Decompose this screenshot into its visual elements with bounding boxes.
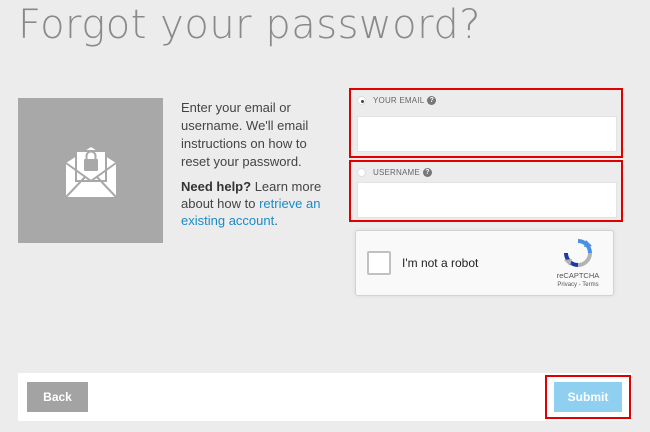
- help-text: Need help? Learn more about how to retri…: [181, 179, 322, 228]
- email-label: YOUR EMAIL: [373, 96, 425, 105]
- back-button[interactable]: Back: [27, 382, 88, 412]
- recaptcha-widget: I'm not a robot reCAPTCHA Privacy - Term…: [355, 230, 614, 296]
- email-field[interactable]: [357, 116, 617, 152]
- help-heading: Need help?: [181, 179, 252, 194]
- question-icon[interactable]: ?: [422, 168, 432, 177]
- captcha-brand: reCAPTCHA: [556, 271, 600, 280]
- recaptcha-icon: [564, 239, 592, 267]
- submit-highlight: Submit: [545, 375, 631, 419]
- username-field-group: USERNAME ?: [349, 160, 623, 222]
- captcha-checkbox[interactable]: [367, 251, 391, 275]
- intro-text: Enter your email or username. We'll emai…: [181, 100, 309, 169]
- username-label: USERNAME: [373, 168, 420, 177]
- captcha-privacy-terms-link[interactable]: Privacy - Terms: [552, 282, 604, 288]
- envelope-lock-icon: [18, 98, 163, 243]
- username-radio[interactable]: [357, 168, 366, 177]
- submit-button[interactable]: Submit: [554, 382, 622, 412]
- captcha-label: I'm not a robot: [402, 256, 479, 270]
- username-field[interactable]: [357, 182, 617, 218]
- form-footer: Back: [18, 373, 632, 421]
- page-title: Forgot your password?: [18, 2, 481, 48]
- question-icon[interactable]: ?: [427, 96, 437, 105]
- email-field-group: YOUR EMAIL ?: [349, 88, 623, 158]
- email-radio[interactable]: [357, 96, 366, 105]
